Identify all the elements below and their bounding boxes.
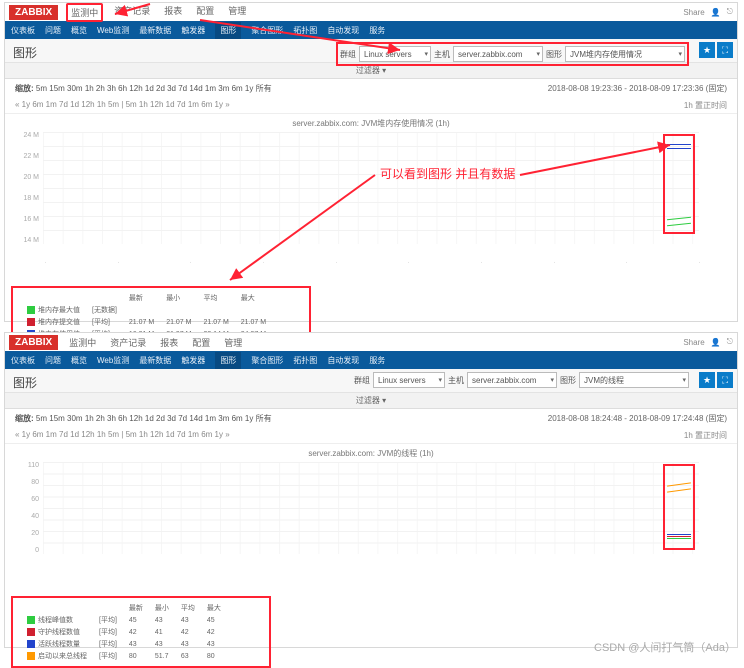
nav-graphs[interactable]: 图形 xyxy=(215,22,241,39)
topmenu-config[interactable]: 配置 xyxy=(193,3,217,22)
group-dropdown[interactable]: Linux servers xyxy=(373,372,445,388)
time-range: 2018-08-08 18:24:48 - 2018-08-09 17:24:4… xyxy=(548,413,727,424)
chart-grid xyxy=(43,462,699,554)
host-dropdown[interactable]: server.zabbix.com xyxy=(467,372,557,388)
nav-bar-2: 仪表板 问题 概览 Web监测 最新数据 触发器 图形 聚合图形 拓扑图 自动发… xyxy=(5,351,737,369)
legend-row: 堆内存提交值[平均]21.07 M21.07 M21.07 M21.07 M xyxy=(21,316,272,328)
nav-discovery[interactable]: 自动发现 xyxy=(327,25,359,36)
fullscreen-icon[interactable]: ⛶ xyxy=(717,42,733,58)
nav-triggers[interactable]: 触发器 xyxy=(181,25,205,36)
time-nav-left[interactable]: « 1y 6m 1m 7d 1d 12h 1h 5m | 5m 1h 12h 1… xyxy=(15,430,230,441)
top-menu: 监测中 资产记录 报表 配置 管理 xyxy=(66,3,249,22)
share-link[interactable]: Share xyxy=(683,338,704,347)
time-nav-left[interactable]: « 1y 6m 1m 7d 1d 12h 1h 5m | 5m 1h 12h 1… xyxy=(15,100,230,111)
chart-1: server.zabbix.com: JVM堆内存使用情况 (1h) 24 M2… xyxy=(5,114,737,284)
graph-label: 图形 xyxy=(546,49,562,60)
page-title: 图形 xyxy=(13,374,37,391)
chart-grid xyxy=(43,132,699,244)
nav-dashboard[interactable]: 仪表板 xyxy=(11,25,35,36)
group-label: 群组 xyxy=(340,49,356,60)
nav-bar: 仪表板 问题 概览 Web监测 最新数据 触发器 图形 聚合图形 拓扑图 自动发… xyxy=(5,21,737,39)
topmenu-monitor[interactable]: 监测中 xyxy=(66,3,103,22)
graph-selectors: 群组 Linux servers 主机 server.zabbix.com 图形… xyxy=(336,42,689,66)
time-nav-right[interactable]: 1h 置正时间 xyxy=(684,100,727,111)
chart-2: server.zabbix.com: JVM的线程 (1h) 110806040… xyxy=(5,444,737,594)
topmenu-monitor[interactable]: 监测中 xyxy=(66,335,99,350)
share-area: Share 👤 ⎋ xyxy=(683,7,733,17)
nav-web[interactable]: Web监测 xyxy=(97,25,129,36)
legend-row: 活跃线程数量[平均]43434343 xyxy=(21,638,227,650)
toolbar-buttons: ★ ⛶ xyxy=(699,42,733,58)
nav-problems[interactable]: 问题 xyxy=(45,25,61,36)
logo: ZABBIX xyxy=(9,335,58,350)
chart-title: server.zabbix.com: JVM的线程 (1h) xyxy=(5,444,737,463)
nav-time-row-2: « 1y 6m 1m 7d 1d 12h 1h 5m | 5m 1h 12h 1… xyxy=(5,428,737,444)
graph-dropdown[interactable]: JVM堆内存使用情况 xyxy=(565,46,685,62)
host-label: 主机 xyxy=(434,49,450,60)
logo: ZABBIX xyxy=(9,5,58,20)
toolbar-buttons: ★ ⛶ xyxy=(699,372,733,388)
user-icon[interactable]: 👤 xyxy=(711,8,721,17)
filter-row: 图形 群组 Linux servers 主机 server.zabbix.com… xyxy=(5,39,737,63)
nav-services[interactable]: 服务 xyxy=(369,25,385,36)
chart-title: server.zabbix.com: JVM堆内存使用情况 (1h) xyxy=(5,114,737,133)
nav-latest[interactable]: 最新数据 xyxy=(139,25,171,36)
host-dropdown[interactable]: server.zabbix.com xyxy=(453,46,543,62)
user-icon[interactable]: 👤 xyxy=(711,338,721,347)
legend-row: 堆内存最大值[无数据] xyxy=(21,304,272,316)
topmenu-admin[interactable]: 管理 xyxy=(221,335,245,350)
legend-row: 启动以来总线程[平均]8051.76380 xyxy=(21,650,227,662)
topmenu-inventory[interactable]: 资产记录 xyxy=(111,3,153,22)
page-title: 图形 xyxy=(13,44,37,61)
graph-dropdown[interactable]: JVM的线程 xyxy=(579,372,689,388)
topmenu-inventory[interactable]: 资产记录 xyxy=(107,335,149,350)
zoom-row: 缩放: 5m 15m 30m 1h 2h 3h 6h 12h 1d 2d 3d … xyxy=(5,79,737,98)
y-axis: 24 M22 M20 M18 M16 M14 M xyxy=(15,132,39,244)
logout-icon[interactable]: ⎋ xyxy=(727,337,733,347)
star-icon[interactable]: ★ xyxy=(699,372,715,388)
legend-2: 最新最小平均最大 线程峰值数[平均]45434345 守护线程数值[平均]424… xyxy=(11,596,271,668)
top-bar-2: ZABBIX 监测中 资产记录 报表 配置 管理 Share 👤 ⎋ xyxy=(5,333,737,351)
topmenu-config[interactable]: 配置 xyxy=(189,335,213,350)
x-axis: ·········· xyxy=(43,262,699,268)
host-label: 主机 xyxy=(448,375,464,386)
chart-data-strip xyxy=(663,134,695,234)
fullscreen-icon[interactable]: ⛶ xyxy=(717,372,733,388)
logout-icon[interactable]: ⎋ xyxy=(727,7,733,17)
share-area: Share 👤 ⎋ xyxy=(683,337,733,347)
top-menu: 监测中 资产记录 报表 配置 管理 xyxy=(66,335,245,350)
topmenu-reports[interactable]: 报表 xyxy=(157,335,181,350)
group-dropdown[interactable]: Linux servers xyxy=(359,46,431,62)
top-bar: ZABBIX 监测中 资产记录 报表 配置 管理 Share 👤 ⎋ xyxy=(5,3,737,21)
star-icon[interactable]: ★ xyxy=(699,42,715,58)
topmenu-reports[interactable]: 报表 xyxy=(161,3,185,22)
y-axis: 110806040200 xyxy=(15,462,39,554)
filter-row-2: 图形 群组 Linux servers 主机 server.zabbix.com… xyxy=(5,369,737,393)
legend-table: 最新最小平均最大 线程峰值数[平均]45434345 守护线程数值[平均]424… xyxy=(21,602,227,662)
nav-time-row: « 1y 6m 1m 7d 1d 12h 1h 5m | 5m 1h 12h 1… xyxy=(5,98,737,114)
zoom-label: 缩放: xyxy=(15,84,34,93)
watermark: CSDN @人间打气筒（Ada） xyxy=(594,639,736,655)
zoom-row-2: 缩放: 5m 15m 30m 1h 2h 3h 6h 12h 1d 2d 3d … xyxy=(5,409,737,428)
graph-selectors-2: 群组 Linux servers 主机 server.zabbix.com 图形… xyxy=(354,372,689,388)
zoom-presets[interactable]: 5m 15m 30m 1h 2h 3h 6h 12h 1d 2d 3d 7d 1… xyxy=(36,84,272,93)
nav-overview[interactable]: 概览 xyxy=(71,25,87,36)
legend-row: 线程峰值数[平均]45434345 xyxy=(21,614,227,626)
annotation-text: 可以看到图形 并且有数据 xyxy=(380,165,515,182)
zoom-presets[interactable]: 5m 15m 30m 1h 2h 3h 6h 12h 1d 2d 3d 7d 1… xyxy=(36,414,272,423)
nav-screens[interactable]: 聚合图形 xyxy=(251,25,283,36)
topmenu-admin[interactable]: 管理 xyxy=(225,3,249,22)
group-label: 群组 xyxy=(354,375,370,386)
legend-row: 守护线程数值[平均]42414242 xyxy=(21,626,227,638)
time-range: 2018-08-08 19:23:36 - 2018-08-09 17:23:3… xyxy=(548,83,727,94)
nav-maps[interactable]: 拓扑图 xyxy=(293,25,317,36)
filter-tab[interactable]: 过滤器 ▾ xyxy=(5,393,737,409)
chart-data-strip xyxy=(663,464,695,550)
graph-label: 图形 xyxy=(560,375,576,386)
time-nav-right[interactable]: 1h 置正时间 xyxy=(684,430,727,441)
share-link[interactable]: Share xyxy=(683,8,704,17)
